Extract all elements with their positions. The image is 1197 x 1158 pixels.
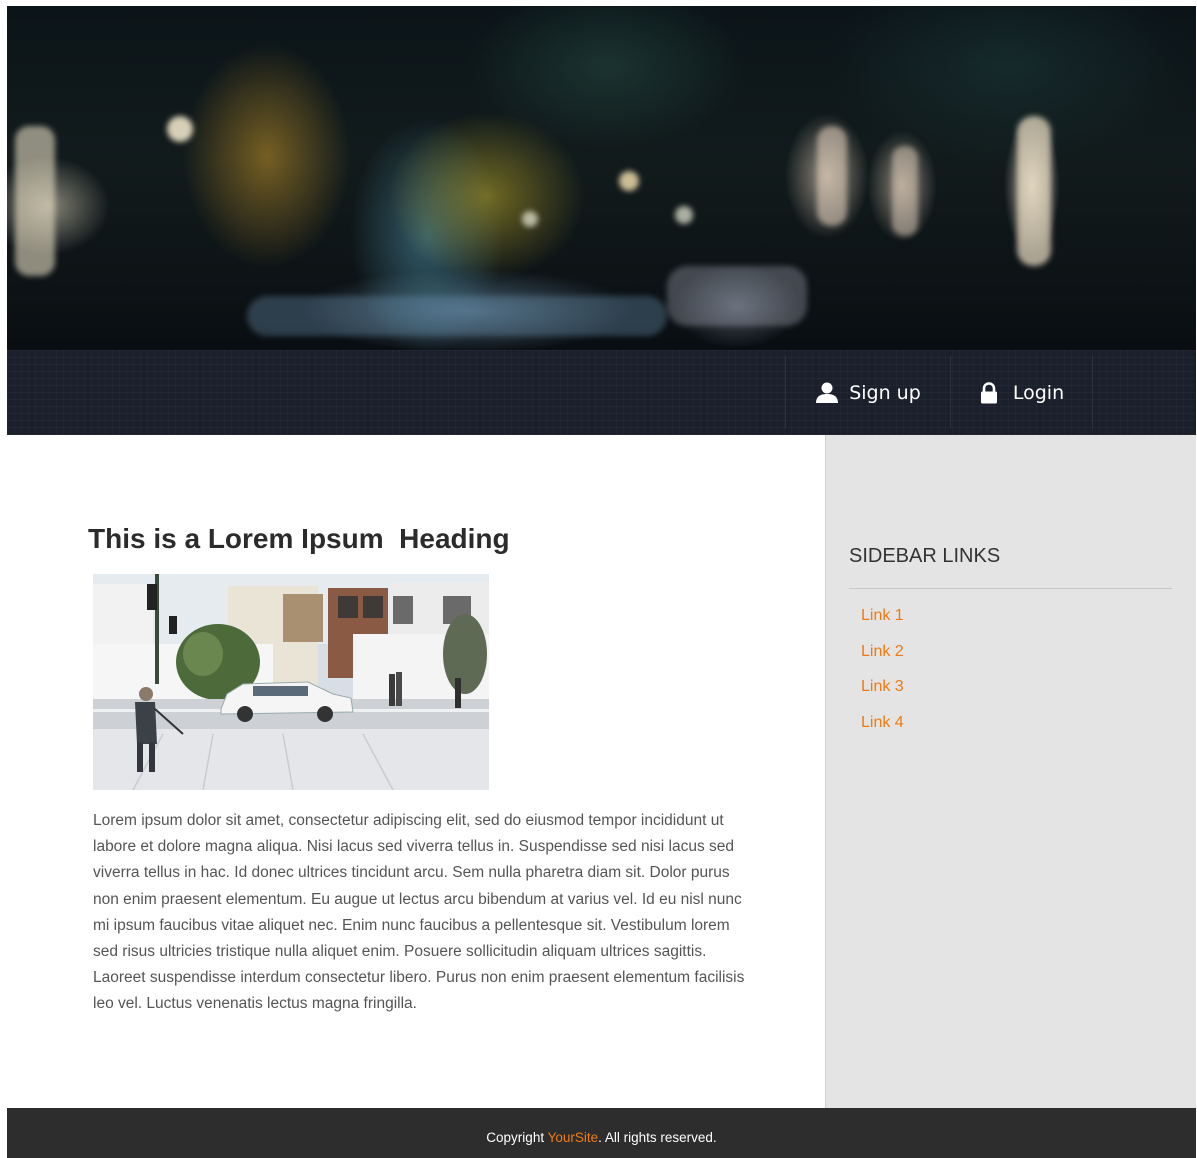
sidebar-link-2[interactable]: Link 2 bbox=[861, 643, 904, 679]
sidebar-link-3[interactable]: Link 3 bbox=[861, 678, 904, 714]
signup-label: Sign up bbox=[849, 381, 921, 404]
login-label: Login bbox=[1012, 381, 1065, 404]
article-heading: This is a Lorem Ipsum Heading bbox=[88, 523, 510, 554]
user-icon bbox=[815, 382, 839, 404]
copyright-suffix: . All rights reserved. bbox=[598, 1130, 717, 1145]
copyright-prefix: Copyright bbox=[486, 1130, 548, 1145]
header-banner-image bbox=[7, 6, 1196, 350]
login-button[interactable]: Login bbox=[950, 356, 1093, 429]
page: Sign up Login This is a Lorem Ipsum Head… bbox=[7, 6, 1196, 1158]
sidebar-title: SIDEBAR LINKS bbox=[849, 545, 1001, 567]
signup-button[interactable]: Sign up bbox=[785, 356, 950, 429]
sidebar-link-list: Link 1 Link 2 Link 3 Link 4 bbox=[861, 607, 904, 750]
footer: Copyright YourSite. All rights reserved. bbox=[7, 1108, 1196, 1158]
article-body: Lorem ipsum dolor sit amet, consectetur … bbox=[93, 812, 745, 1013]
copyright-text: Copyright YourSite. All rights reserved. bbox=[7, 1130, 1196, 1145]
article-photo bbox=[93, 574, 489, 790]
sidebar-link-4[interactable]: Link 4 bbox=[861, 714, 904, 750]
sidebar-link-1[interactable]: Link 1 bbox=[861, 607, 904, 643]
main-content: This is a Lorem Ipsum Heading Lorem ipsu… bbox=[7, 435, 825, 1108]
top-navbar: Sign up Login bbox=[7, 350, 1196, 435]
lock-icon bbox=[979, 381, 1003, 404]
footer-brand-link[interactable]: YourSite bbox=[548, 1130, 599, 1145]
sidebar-divider bbox=[849, 588, 1172, 589]
sidebar: SIDEBAR LINKS Link 1 Link 2 Link 3 Link … bbox=[825, 435, 1196, 1108]
